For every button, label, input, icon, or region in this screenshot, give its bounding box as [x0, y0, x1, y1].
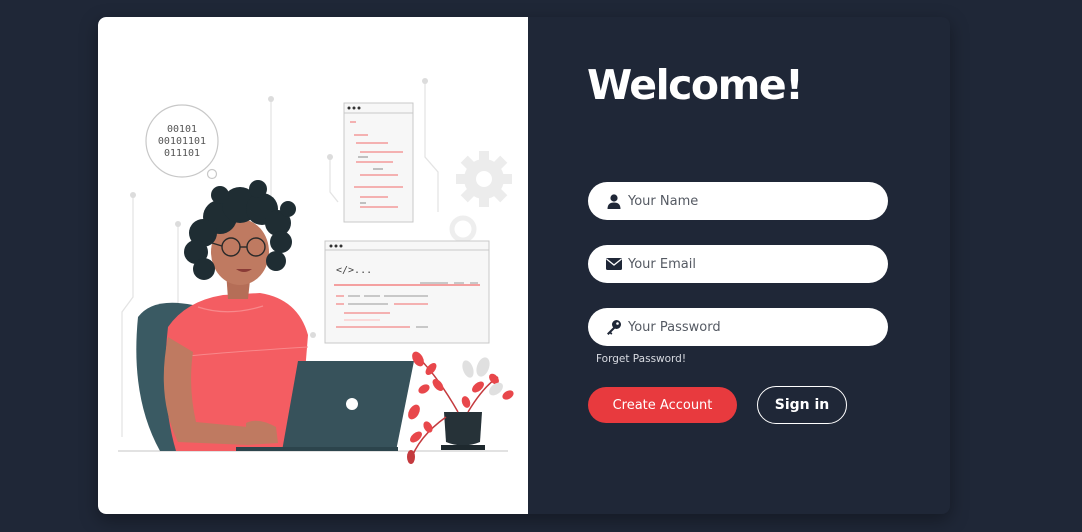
- name-field[interactable]: [588, 182, 888, 220]
- code-window: [343, 102, 414, 223]
- password-field[interactable]: [588, 308, 888, 346]
- create-account-button[interactable]: Create Account: [588, 387, 737, 423]
- page-title: Welcome!: [587, 61, 804, 109]
- sign-in-button[interactable]: Sign in: [757, 386, 847, 424]
- email-field[interactable]: [588, 245, 888, 283]
- key-icon: [606, 319, 622, 335]
- binary-text: 011101: [164, 148, 200, 159]
- binary-text: 00101: [167, 124, 197, 135]
- gear-icon: [456, 151, 512, 207]
- forget-password-link[interactable]: Forget Password!: [596, 353, 686, 365]
- code-tag: </>...: [336, 265, 372, 276]
- login-form: Welcome! Forget Password! Create Account…: [528, 17, 950, 514]
- name-input[interactable]: [628, 193, 868, 209]
- binary-text: 00101101: [158, 136, 206, 147]
- login-card: 00101 00101101 011101 </>... Welcome! Yo…: [98, 17, 950, 514]
- code-window: </>...: [324, 240, 490, 344]
- user-icon: [606, 193, 622, 209]
- envelope-icon: [606, 256, 622, 272]
- email-input[interactable]: [628, 256, 868, 272]
- password-input[interactable]: [628, 319, 868, 335]
- plant: [407, 351, 514, 464]
- developer-illustration: 00101 00101101 011101 </>...: [98, 17, 528, 514]
